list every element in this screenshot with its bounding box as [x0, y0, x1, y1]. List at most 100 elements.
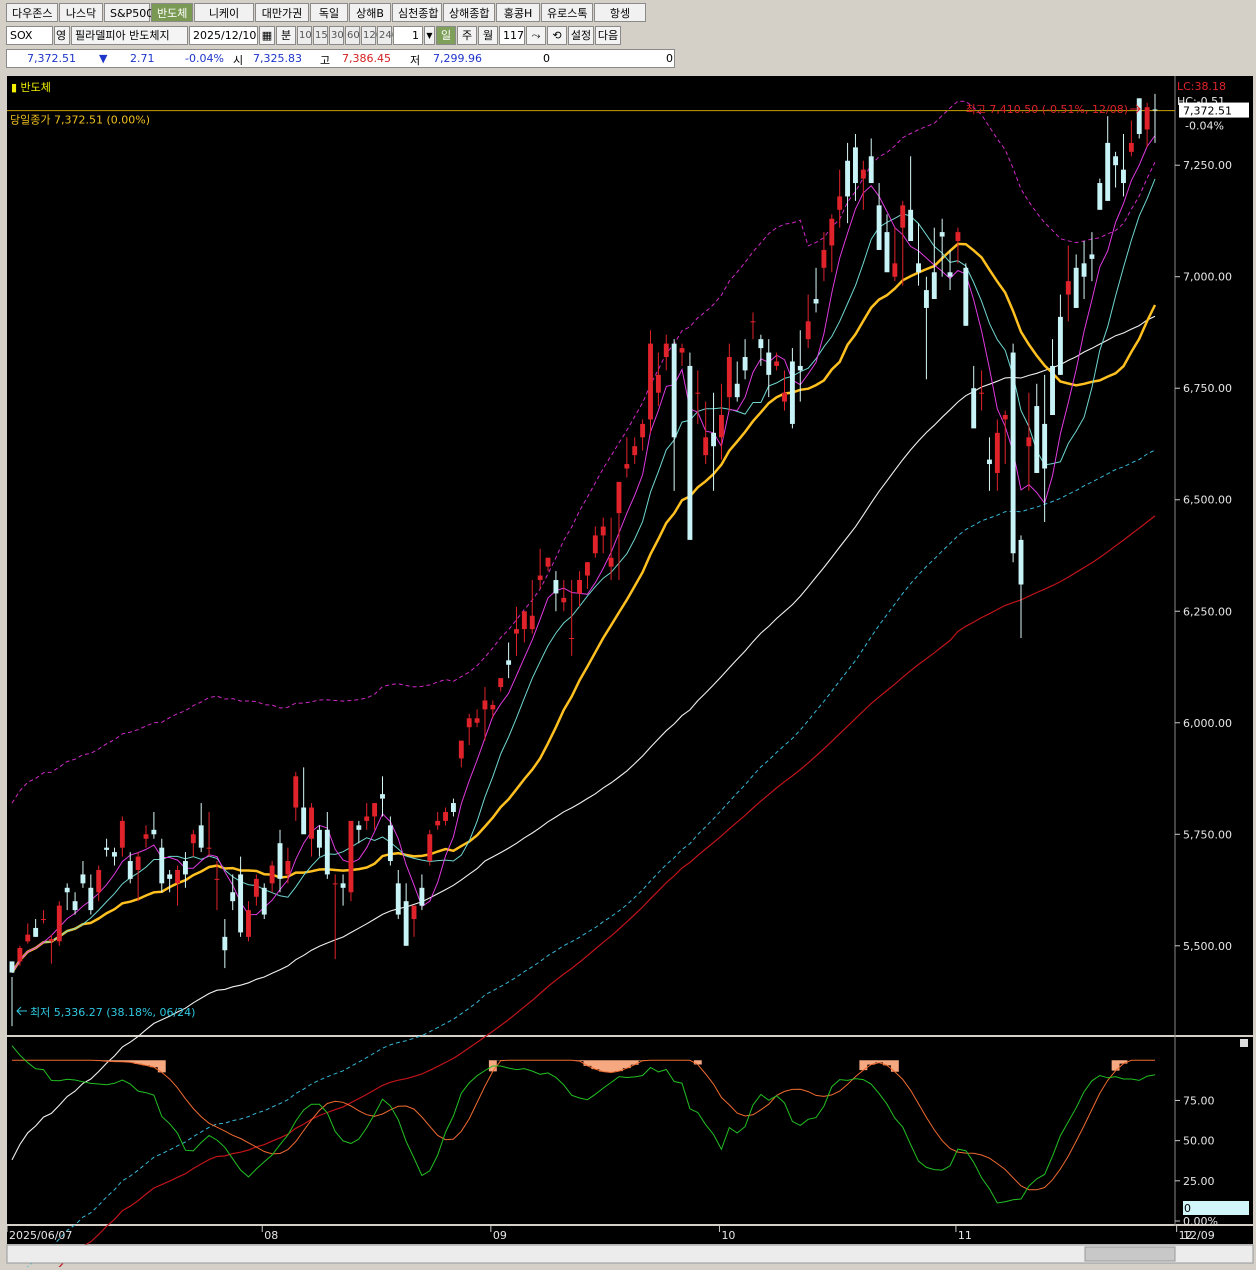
candle-body [797, 365, 803, 371]
chart-area[interactable]: 0 7,250.00 7,000.00 6,750.00 6,500.00 6,250.… [0, 76, 1256, 1270]
osc-tick-label: 25.00 [1183, 1175, 1215, 1188]
candle-body [600, 526, 606, 536]
candle-body [119, 820, 125, 848]
x-tick-label: 09 [493, 1229, 507, 1242]
interval-240[interactable]: 240 [377, 25, 398, 45]
calendar-icon[interactable]: ▦ [259, 25, 275, 45]
candle-body [971, 388, 977, 429]
settings-button[interactable]: 설정 [568, 25, 594, 45]
candle-body [48, 939, 54, 942]
tab-3[interactable]: 반도체 [151, 3, 193, 22]
next-button[interactable]: 다음 [595, 25, 621, 45]
tab-8[interactable]: 심천종합 [392, 3, 442, 22]
scroll-bar[interactable] [6, 1244, 1254, 1264]
quote-low: 7,299.96 [433, 52, 482, 65]
candle-body [206, 847, 212, 849]
candle-body [159, 847, 165, 884]
candle-body [427, 834, 433, 862]
candle-body [458, 740, 464, 759]
osc-tick-label: 0.00% [1183, 1215, 1218, 1228]
tab-11[interactable]: 유로스톡 [541, 3, 593, 22]
candle-body [655, 374, 661, 393]
osc-menu-icon[interactable] [1240, 1039, 1248, 1047]
candle-body [1144, 107, 1150, 130]
candle-body [821, 249, 827, 268]
candle-body [1113, 156, 1119, 166]
y-tick-label: 7,250.00 [1183, 159, 1232, 172]
candle-body [766, 352, 772, 375]
code-input[interactable]: SOX [6, 25, 53, 45]
y-tick-label: 6,250.00 [1183, 605, 1232, 618]
candle-body [64, 887, 70, 893]
language-toggle[interactable]: 영 [54, 25, 70, 45]
date-input[interactable]: 2025/12/10 [189, 25, 258, 45]
tab-10[interactable]: 홍콩H [496, 3, 540, 22]
osc-tick-label: 50.00 [1183, 1135, 1215, 1148]
x-tick-label: 11 [958, 1229, 972, 1242]
tab-6[interactable]: 독일 [310, 3, 348, 22]
count-input[interactable]: 1 [393, 25, 423, 45]
compare-icon[interactable]: ⟲ [547, 25, 567, 45]
tab-12[interactable]: 항셍 [594, 3, 646, 22]
chart-type-icon[interactable]: ⤳ [526, 25, 546, 45]
price-panel [7, 76, 1175, 1035]
candle-body [246, 910, 251, 937]
candle-body [805, 321, 811, 340]
bar-count-input[interactable]: 117 [499, 25, 525, 45]
scroll-thumb[interactable] [1084, 1246, 1176, 1262]
day-button[interactable]: 일 [436, 25, 456, 45]
close-label: 당일종가 7,372.51 (0.00%) [10, 113, 150, 127]
candle-body [1105, 142, 1111, 201]
tab-1[interactable]: 나스닥 [59, 3, 103, 22]
interval-30[interactable]: 30 [329, 25, 344, 45]
interval-15[interactable]: 15 [313, 25, 328, 45]
tab-4[interactable]: 니케이 [194, 3, 254, 22]
candle-body [584, 562, 590, 576]
count-spin-icon[interactable]: ▼ [424, 25, 435, 45]
candle-body [987, 459, 992, 465]
candle-body [419, 887, 425, 906]
candle-body [41, 919, 46, 921]
candle-body [837, 196, 843, 210]
tab-0[interactable]: 다우존스 [6, 3, 58, 22]
candle-body [1026, 437, 1032, 447]
candle-body [403, 901, 409, 946]
candle-body [726, 357, 732, 398]
tab-2[interactable]: S&P500 [104, 3, 153, 22]
candle-body [1152, 109, 1158, 111]
candle-body [33, 927, 39, 937]
week-button[interactable]: 주 [457, 25, 477, 45]
candle-body [687, 365, 693, 540]
quote-bar: 7,372.51 ▼ 2.71 -0.04% 시 7,325.83 고 7,38… [6, 49, 675, 68]
tab-9[interactable]: 상해종합 [443, 3, 495, 22]
y-tick-label: 5,500.00 [1183, 940, 1232, 953]
candle-body [608, 557, 614, 567]
interval-60[interactable]: 60 [345, 25, 360, 45]
y-tick-label: 6,000.00 [1183, 717, 1232, 730]
tab-5[interactable]: 대만가권 [255, 3, 309, 22]
tab-7[interactable]: 상해B [349, 3, 391, 22]
minute-button[interactable]: 분 [276, 25, 296, 45]
candle-body [9, 961, 15, 973]
candle-body [632, 446, 638, 456]
y-tick-label: 7,000.00 [1183, 271, 1232, 284]
candle-body [545, 557, 551, 567]
candle-body [190, 834, 196, 844]
candle-body [1136, 98, 1142, 134]
candle-body [679, 348, 685, 353]
open-label: 시 [233, 54, 244, 67]
candle-body [356, 825, 362, 830]
candle-body [498, 678, 504, 688]
interval-10[interactable]: 10 [297, 25, 312, 45]
candle-body [261, 887, 267, 915]
price-chart[interactable]: 0 7,250.00 7,000.00 6,750.00 6,500.00 6,250.… [0, 76, 1256, 1270]
candle-body [947, 272, 953, 277]
interval-120[interactable]: 120 [361, 25, 382, 45]
candle-body [56, 905, 62, 942]
month-button[interactable]: 월 [478, 25, 498, 45]
price-axis [1175, 76, 1253, 1035]
candle-body [829, 218, 835, 246]
candle-body [340, 883, 346, 888]
candle-body [127, 861, 133, 879]
last-price-label: 7,372.51 [1183, 105, 1232, 118]
